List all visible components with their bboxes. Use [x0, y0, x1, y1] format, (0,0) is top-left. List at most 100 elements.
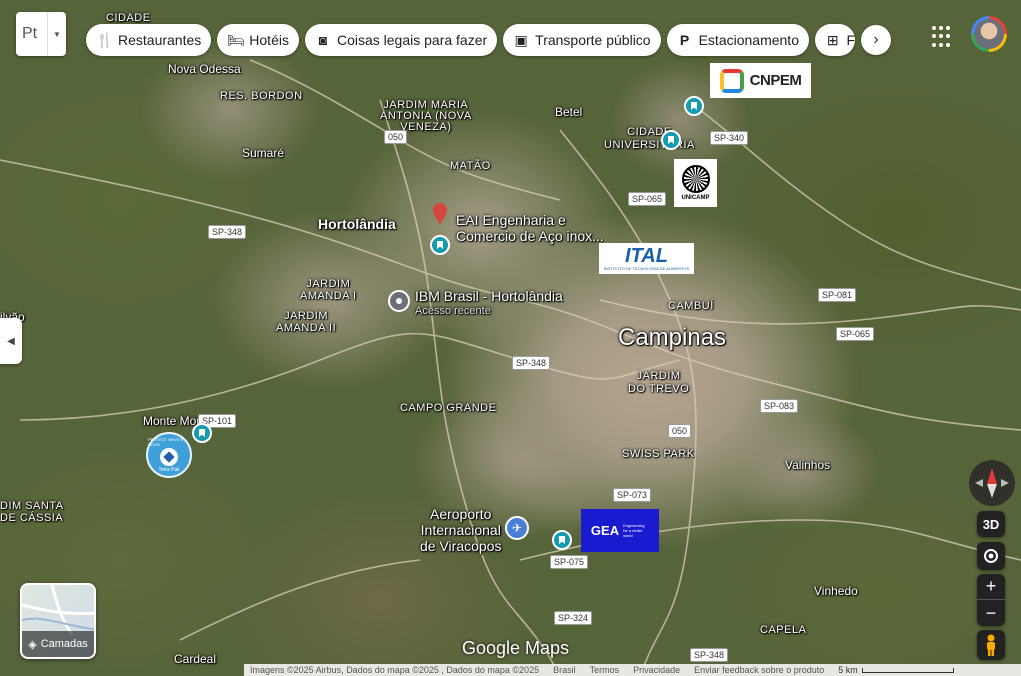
chevron-right-icon: ›	[873, 31, 879, 48]
ital-logo-text: ITAL	[625, 245, 668, 267]
avatar-photo	[974, 19, 1004, 49]
road-shield: 050	[384, 130, 408, 144]
feedback-link[interactable]: Enviar feedback sobre o produto	[694, 665, 824, 675]
layers-icon: ◈	[28, 638, 37, 651]
cnpem-mark-icon	[719, 68, 744, 93]
scale-bar[interactable]: 5 km	[838, 665, 954, 675]
zoom-in-button[interactable]: +	[977, 574, 1005, 600]
unicamp-mark-icon	[681, 165, 710, 193]
label-santa-de-cassia: DIM SANTA DE CÁSSIA	[0, 500, 64, 524]
compass-button[interactable]	[969, 460, 1015, 506]
collapse-side-panel-button[interactable]: ◀	[0, 318, 22, 364]
label-jardim-amanda-i: JARDIM AMANDA I	[300, 278, 357, 302]
fork-knife-icon: 🍴	[96, 31, 114, 48]
road-shield: SP-340	[710, 131, 749, 145]
ital-logo-subtext: INSTITUTO DE TECNOLOGIA DE ALIMENTOS	[603, 266, 690, 271]
zoom-out-button[interactable]: −	[977, 600, 1005, 626]
chip-label: Hotéis	[249, 32, 289, 48]
bookmark-pin-icon[interactable]	[430, 235, 450, 255]
label-matao: MATÃO	[450, 160, 491, 172]
airport-icon[interactable]: ✈	[505, 516, 529, 540]
label-vinhedo: Vinhedo	[814, 584, 858, 598]
road-shield: SP-075	[550, 555, 589, 569]
map-pin-red-icon[interactable]	[433, 203, 447, 226]
layers-button[interactable]: ◈ Camadas	[20, 583, 96, 659]
label-res-bordon: RES. BORDON	[220, 90, 303, 102]
country-link[interactable]: Brasil	[553, 665, 576, 675]
chip-pharmacy[interactable]: ⊞ F	[815, 24, 855, 56]
road-shield: SP-324	[554, 611, 593, 625]
gea-logo[interactable]: GEA Engineering for a better world	[581, 509, 659, 552]
chevron-down-icon[interactable]: ▼	[47, 12, 66, 56]
label-cardeal: Cardeal	[174, 652, 217, 666]
compass-icon	[975, 468, 1009, 498]
poi-ibm-label[interactable]: IBM Brasil - Hortolândia	[415, 288, 563, 304]
road-shield: SP-073	[613, 488, 652, 502]
label-swiss-park: SWISS PARK	[622, 448, 695, 460]
chip-label: Transporte público	[535, 32, 651, 48]
bookmark-pin-icon[interactable]	[552, 530, 572, 550]
bed-icon: 🛏	[227, 31, 246, 48]
scale-bar-line	[861, 667, 954, 673]
road-shield: SP-065	[628, 192, 667, 206]
cnpem-logo[interactable]: CNPEM	[710, 63, 811, 98]
road-shield: SP-348	[690, 648, 729, 662]
label-sumare: Sumaré	[242, 146, 285, 160]
road-shield: SP-348	[512, 356, 551, 370]
privacy-link[interactable]: Privacidade	[633, 665, 680, 675]
my-location-button[interactable]	[977, 542, 1005, 570]
scale-label: 5 km	[838, 665, 858, 675]
chip-things-to-do[interactable]: ◙ Coisas legais para fazer	[304, 24, 498, 56]
cnpem-logo-text: CNPEM	[749, 72, 802, 89]
train-icon: ▣	[514, 31, 528, 48]
chip-parking[interactable]: P Estacionamento	[666, 24, 809, 56]
label-jardim-amanda-ii: JARDIM AMANDA II	[276, 310, 337, 334]
label-monte-mor: Monte Mor	[143, 414, 201, 428]
view-3d-button[interactable]: 3D	[977, 511, 1005, 537]
my-location-icon	[984, 549, 998, 563]
road-shield: SP-348	[208, 225, 247, 239]
poi-eai-label[interactable]: EAI Engenharia e Comercio de Aço inox...	[456, 212, 604, 244]
gea-logo-text: GEA	[590, 523, 620, 538]
poi-ibm-sublabel: Acesso recente	[415, 305, 491, 317]
tetrapak-ring-text: PROTECT WHAT'S GOOD	[148, 437, 184, 447]
recent-pin-icon[interactable]	[388, 290, 410, 312]
unicamp-logo[interactable]: UNICAMP	[674, 159, 717, 207]
chip-hotels[interactable]: 🛏 Hotéis	[217, 24, 299, 56]
label-betel: Betel	[555, 105, 583, 119]
tetrapak-logo-text: Tetra Pak	[158, 467, 180, 473]
account-avatar[interactable]	[971, 16, 1007, 52]
label-hortolandia: Hortolândia	[318, 216, 396, 232]
language-button[interactable]: Pt ▼	[16, 12, 66, 56]
view-3d-label: 3D	[982, 516, 1000, 532]
pegman-icon	[987, 634, 995, 656]
label-campo-grande: CAMPO GRANDE	[400, 402, 497, 414]
unicamp-logo-text: UNICAMP	[681, 195, 710, 201]
ital-logo[interactable]: ITAL INSTITUTO DE TECNOLOGIA DE ALIMENTO…	[599, 243, 694, 274]
tetrapak-logo[interactable]: PROTECT WHAT'S GOOD Tetra Pak	[146, 432, 192, 478]
layers-preview-map	[22, 585, 94, 635]
language-button-label: Pt	[22, 25, 38, 42]
chip-label: Restaurantes	[118, 32, 202, 48]
road-shield: SP-083	[760, 399, 799, 413]
chevron-left-icon: ◀	[7, 335, 15, 347]
apps-grid-icon[interactable]	[932, 26, 954, 48]
bookmark-pin-icon[interactable]	[661, 130, 681, 150]
chips-next-button[interactable]: ›	[861, 25, 891, 55]
label-campinas: Campinas	[618, 324, 727, 351]
bookmark-pin-icon[interactable]	[684, 96, 704, 116]
poi-airport-label[interactable]: Aeroporto Internacional de Viracopos	[420, 506, 501, 554]
chip-label: Estacionamento	[698, 32, 799, 48]
imagery-attribution: Imagens ©2025 Airbus, Dados do mapa ©202…	[250, 665, 540, 675]
zoom-controls: + −	[977, 574, 1005, 626]
label-jardim-maria-antonia: JARDIM MARIA ANTONIA (NOVA VENEZA)	[380, 99, 472, 133]
label-valinhos: Valinhos	[785, 458, 831, 472]
tetrapak-mark-icon	[160, 448, 178, 466]
chip-restaurants[interactable]: 🍴 Restaurantes	[86, 24, 212, 56]
label-cidade-universitaria: CIDADE UNIVERSITÁRIA	[604, 126, 695, 151]
chip-transit[interactable]: ▣ Transporte público	[503, 24, 661, 56]
bookmark-pin-icon[interactable]	[192, 423, 212, 443]
street-view-pegman-button[interactable]	[977, 630, 1005, 660]
terms-link[interactable]: Termos	[590, 665, 620, 675]
satellite-map[interactable]: CIDADE Nova Odessa RES. BORDON JARDIM MA…	[0, 0, 1021, 676]
